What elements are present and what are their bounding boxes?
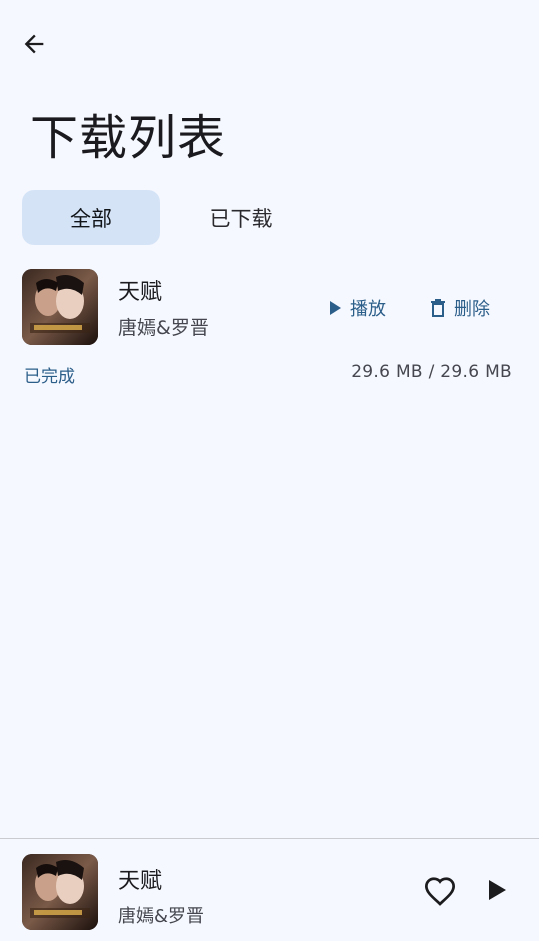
tab-downloaded[interactable]: 已下载 — [172, 190, 310, 245]
player-song-artist: 唐嫣&罗晋 — [118, 906, 205, 927]
download-list-item[interactable]: 天赋 唐嫣&罗晋 播放 删除 已完成 29.6 MB / 29.6 MB — [22, 269, 514, 387]
delete-label: 删除 — [454, 299, 490, 320]
delete-button[interactable]: 删除 — [430, 295, 490, 321]
heart-outline-icon — [423, 876, 457, 910]
trash-icon — [430, 298, 446, 318]
play-button[interactable]: 播放 — [328, 295, 386, 321]
download-status: 已完成 — [24, 367, 75, 387]
page-title: 下载列表 — [30, 110, 227, 166]
arrow-left-icon — [20, 30, 48, 62]
song-artist: 唐嫣&罗晋 — [118, 317, 209, 339]
filter-tabs: 全部 已下载 — [22, 190, 310, 245]
player-album-cover — [22, 854, 98, 930]
play-icon — [487, 879, 507, 905]
back-button[interactable] — [14, 26, 54, 66]
download-size: 29.6 MB / 29.6 MB — [351, 362, 512, 382]
player-play-button[interactable] — [482, 877, 512, 907]
player-song-title: 天赋 — [118, 869, 163, 894]
song-title: 天赋 — [118, 280, 163, 305]
tab-all[interactable]: 全部 — [22, 190, 160, 245]
play-icon — [328, 300, 342, 316]
like-button[interactable] — [420, 875, 460, 911]
album-cover — [22, 269, 98, 345]
play-label: 播放 — [350, 299, 386, 320]
mini-player[interactable]: 天赋 唐嫣&罗晋 — [0, 838, 539, 941]
